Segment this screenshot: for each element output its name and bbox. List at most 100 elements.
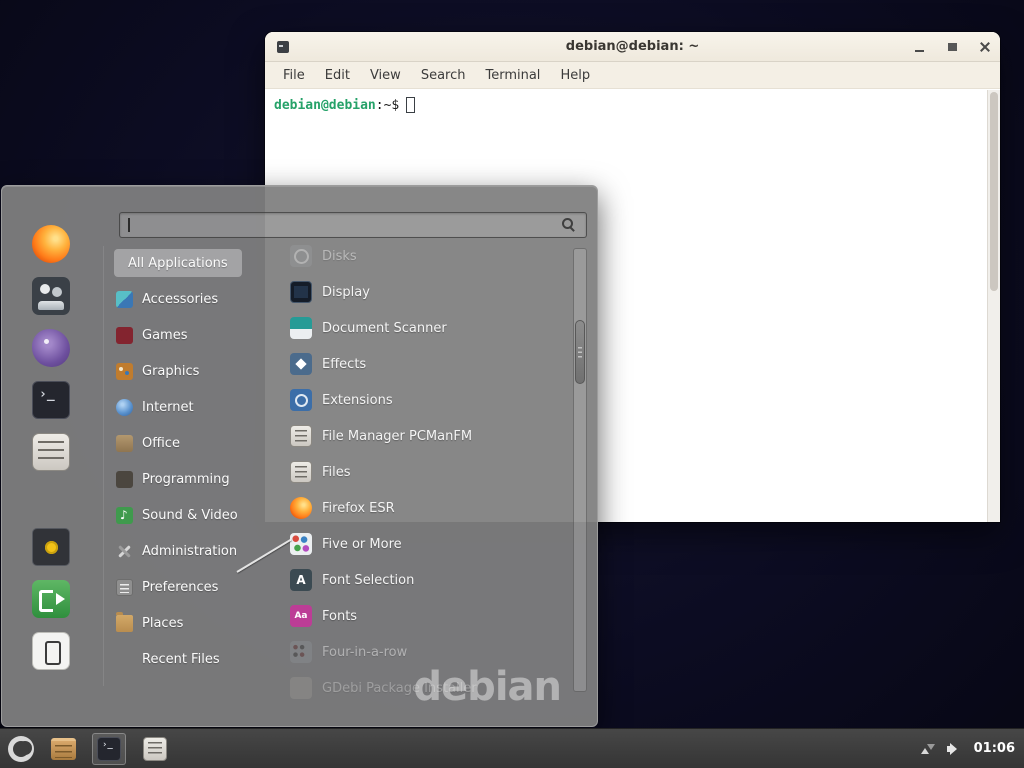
files-icon [143, 737, 167, 761]
favorite-item[interactable] [13, 270, 89, 322]
firefox-icon [32, 225, 70, 263]
menubar-item[interactable]: Search [411, 62, 476, 89]
file-manager-launcher[interactable] [46, 733, 80, 765]
terminal-scrollbar-thumb[interactable] [990, 92, 998, 291]
session-button[interactable] [13, 573, 89, 625]
category-item[interactable]: Preferences [114, 569, 282, 605]
administration-icon [116, 543, 133, 560]
app-item[interactable]: Display [290, 274, 572, 310]
fonts-icon [290, 605, 312, 627]
logout-icon [32, 580, 70, 618]
terminal-scrollbar[interactable] [987, 90, 1000, 522]
app-item[interactable]: Font Selection [290, 562, 572, 598]
app-label: Effects [322, 357, 366, 372]
app-item[interactable]: Files [290, 454, 572, 490]
firefox-icon [290, 497, 312, 519]
users-icon [32, 277, 70, 315]
quit-icon [32, 632, 70, 670]
category-label: Administration [142, 544, 237, 559]
category-item[interactable]: Sound & Video [114, 497, 282, 533]
clock[interactable]: 01:06 [974, 741, 1015, 756]
app-label: Disks [322, 249, 357, 264]
close-button[interactable] [978, 40, 992, 54]
category-item[interactable]: Internet [114, 389, 282, 425]
app-item[interactable]: Document Scanner [290, 310, 572, 346]
category-item[interactable]: Games [114, 317, 282, 353]
category-label: Graphics [142, 364, 199, 379]
extensions-icon [290, 389, 312, 411]
app-label: Files [322, 465, 351, 480]
menu-button[interactable] [0, 729, 42, 768]
terminal-taskbar-button[interactable] [92, 733, 126, 765]
window-controls [912, 32, 992, 62]
close-icon [980, 42, 990, 52]
app-item[interactable]: Firefox ESR [290, 490, 572, 526]
favorite-item[interactable] [13, 322, 89, 374]
network-icon[interactable] [920, 742, 936, 756]
files-icon [290, 461, 312, 483]
search-box[interactable] [119, 212, 587, 238]
menu-scrollbar[interactable] [573, 248, 587, 692]
category-label: All Applications [128, 256, 228, 271]
app-item[interactable]: Effects [290, 346, 572, 382]
pidgin-icon [32, 329, 70, 367]
app-label: Five or More [322, 537, 402, 552]
session-button[interactable] [13, 521, 89, 573]
menu-scrollbar-thumb[interactable] [575, 320, 585, 384]
app-label: Document Scanner [322, 321, 447, 336]
app-item[interactable]: Extensions [290, 382, 572, 418]
app-label: Firefox ESR [322, 501, 395, 516]
minimize-button[interactable] [912, 40, 926, 54]
office-icon [116, 435, 133, 452]
category-label: Office [142, 436, 180, 451]
programming-icon [116, 471, 133, 488]
category-item[interactable]: All Applications [114, 249, 242, 277]
menu-logo-icon [8, 736, 34, 762]
terminal-titlebar[interactable]: debian@debian: ~ [265, 32, 1000, 62]
app-item[interactable]: Disks [290, 238, 572, 274]
search-icon [562, 218, 573, 229]
maximize-button[interactable] [945, 40, 959, 54]
file-manager-icon [51, 738, 76, 760]
applications-list: Disks Display Document Scanner Effects E… [290, 238, 572, 706]
app-item[interactable]: Fonts [290, 598, 572, 634]
category-label: Sound & Video [142, 508, 238, 523]
app-item[interactable]: File Manager PCManFM [290, 418, 572, 454]
favorite-item[interactable] [13, 374, 89, 426]
minimize-icon [915, 50, 924, 52]
session-button[interactable] [13, 625, 89, 677]
favorite-item[interactable] [13, 218, 89, 270]
maximize-icon [948, 43, 957, 51]
app-item[interactable]: Five or More [290, 526, 572, 562]
category-item[interactable]: Office [114, 425, 282, 461]
category-item[interactable]: Administration [114, 533, 282, 569]
favorites-column [13, 218, 89, 478]
terminal-cursor [406, 97, 415, 113]
category-item[interactable]: Accessories [114, 281, 282, 317]
volume-icon[interactable] [947, 742, 963, 756]
menubar-item[interactable]: Help [550, 62, 600, 89]
category-item[interactable]: Places [114, 605, 282, 641]
app-label: Four-in-a-row [322, 645, 407, 660]
menubar-item[interactable]: Terminal [475, 62, 550, 89]
menubar-item[interactable]: View [360, 62, 411, 89]
category-item[interactable]: Recent Files [114, 641, 282, 677]
search-input[interactable] [120, 213, 586, 237]
desktop: debian@debian: ~ FileEditViewSearchTermi… [0, 0, 1024, 768]
taskbar: 01:06 [0, 728, 1024, 768]
session-buttons [13, 521, 89, 677]
terminal-title: debian@debian: ~ [265, 32, 1000, 62]
categories-column: All Applications Accessories Games Graph… [114, 249, 282, 677]
application-menu: All Applications Accessories Games Graph… [1, 185, 598, 727]
category-item[interactable]: Graphics [114, 353, 282, 389]
app-label: Font Selection [322, 573, 414, 588]
terminal-icon [97, 737, 121, 761]
effects-icon [290, 353, 312, 375]
menubar-item[interactable]: File [273, 62, 315, 89]
category-item[interactable]: Programming [114, 461, 282, 497]
favorite-item[interactable] [13, 426, 89, 478]
files-taskbar-button[interactable] [138, 733, 172, 765]
system-tray: 01:06 [920, 741, 1024, 756]
menubar-item[interactable]: Edit [315, 62, 360, 89]
app-label: File Manager PCManFM [322, 429, 472, 444]
